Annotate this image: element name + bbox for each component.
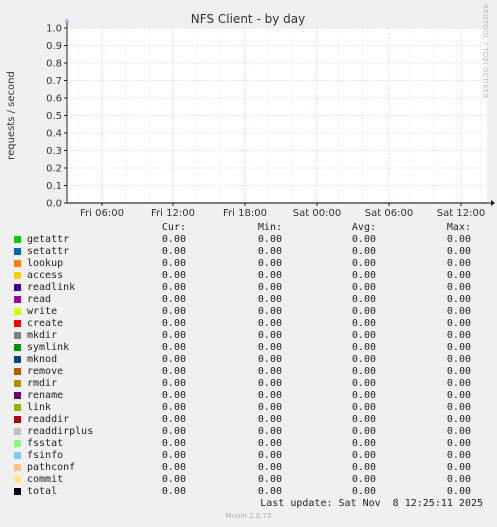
y-axis-arrow bbox=[64, 18, 70, 22]
chart-title: NFS Client - by day bbox=[191, 12, 305, 26]
y-tick-label: 0.0 bbox=[46, 199, 62, 210]
y-tick-label: 0.9 bbox=[46, 41, 62, 52]
x-tick-label: Fri 06:00 bbox=[80, 208, 124, 219]
x-tick-label: Sat 12:00 bbox=[437, 208, 485, 219]
x-tick-label: Fri 18:00 bbox=[223, 208, 267, 219]
chart-svg: NFS Client - by day 0.0 0.1 0.2 0.3 0.4 0.5 0.6… bbox=[6, 12, 495, 219]
x-tick-label: Fri 12:00 bbox=[151, 208, 195, 219]
y-tick-label: 0.3 bbox=[46, 146, 62, 157]
y-axis-label: requests / second bbox=[6, 71, 17, 160]
y-tick-label: 0.2 bbox=[46, 164, 62, 175]
y-tick-label: 0.5 bbox=[46, 111, 62, 122]
last-update: Last update: Sat Nov 8 12:25:11 2025 bbox=[260, 498, 483, 509]
watermark: RRDTOOL / TOBI OETIKER bbox=[481, 4, 489, 99]
y-tick-label: 0.1 bbox=[46, 181, 62, 192]
y-tick-label: 0.4 bbox=[46, 129, 62, 140]
y-tick-label: 1.0 bbox=[46, 24, 62, 35]
y-tick-label: 0.6 bbox=[46, 94, 62, 105]
x-axis-arrow bbox=[491, 200, 495, 206]
y-tick-label: 0.7 bbox=[46, 76, 62, 87]
x-tick-label: Sat 06:00 bbox=[365, 208, 413, 219]
y-tick-label: 0.8 bbox=[46, 59, 62, 70]
footer-version: Munin 2.0.73 bbox=[225, 512, 272, 520]
x-tick-label: Sat 00:00 bbox=[293, 208, 341, 219]
